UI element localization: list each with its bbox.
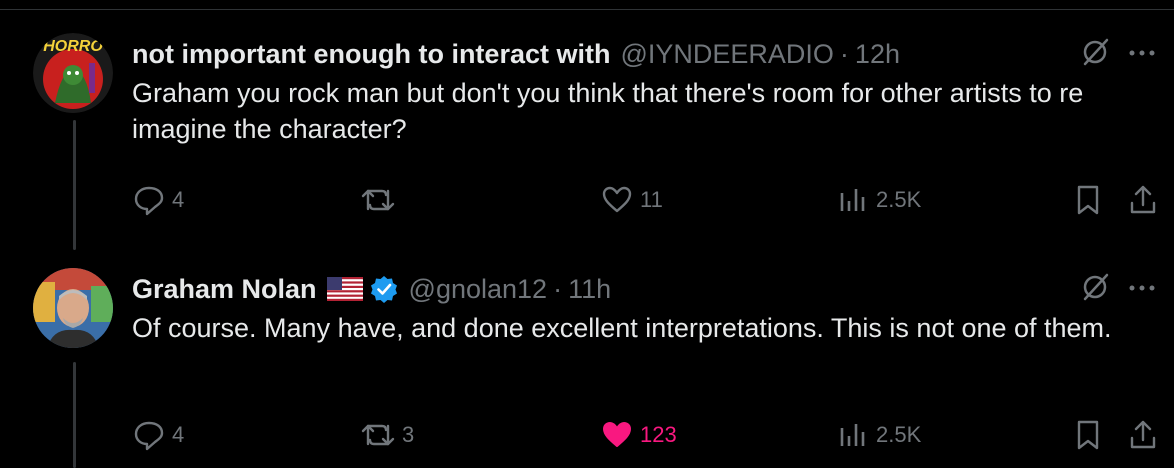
grok-icon[interactable] <box>1080 37 1110 72</box>
heart-filled-icon <box>603 422 631 447</box>
views-icon <box>840 189 865 211</box>
share-button[interactable] <box>1126 183 1160 217</box>
header-icons <box>1080 34 1156 74</box>
user-handle[interactable]: @gnolan12 <box>409 274 548 305</box>
reply-count: 4 <box>172 422 185 447</box>
avatar[interactable]: HORRO <box>33 33 113 113</box>
like-count: 11 <box>640 187 663 212</box>
bookmark-button[interactable] <box>1072 183 1104 217</box>
avatar-image <box>33 268 113 348</box>
grok-icon[interactable] <box>1080 272 1110 307</box>
reply-icon <box>134 186 164 216</box>
timestamp[interactable]: 12h <box>855 39 900 70</box>
us-flag-icon <box>326 277 363 301</box>
timestamp[interactable]: 11h <box>568 274 611 305</box>
avatar-image: HORRO <box>33 33 113 113</box>
views-icon <box>840 424 865 446</box>
separator: · <box>839 38 849 69</box>
retweet-button[interactable]: 3 <box>360 418 414 452</box>
share-icon <box>1130 420 1156 449</box>
retweet-button[interactable] <box>360 183 402 217</box>
like-button[interactable]: 11 <box>600 183 663 217</box>
reply-button[interactable]: 4 <box>132 183 184 217</box>
more-options-icon[interactable] <box>1128 280 1156 298</box>
share-icon <box>1130 185 1156 214</box>
thread-connector <box>73 362 76 468</box>
user-handle[interactable]: @IYNDEERADIO <box>620 39 833 70</box>
reply-count: 4 <box>172 187 185 212</box>
retweet-count: 3 <box>402 422 415 447</box>
like-button[interactable]: 123 <box>600 418 677 452</box>
bookmark-button[interactable] <box>1072 418 1104 452</box>
tweet[interactable]: not important enough to interact with @I… <box>132 34 1156 147</box>
display-name[interactable]: not important enough to interact with <box>132 39 610 70</box>
reply-icon <box>134 421 164 451</box>
tweet[interactable]: Graham Nolan @gnolan12 · 11h Of course. … <box>132 269 1156 346</box>
verified-badge-icon[interactable] <box>369 274 399 304</box>
tweet-header: Graham Nolan @gnolan12 · 11h <box>132 269 1156 309</box>
views-button[interactable]: 2.5K <box>836 183 921 217</box>
separator: · <box>553 273 563 304</box>
views-count: 2.5K <box>876 422 922 447</box>
divider-line <box>0 9 1174 10</box>
share-button[interactable] <box>1126 418 1160 452</box>
avatar-label: HORRO <box>43 38 103 55</box>
bookmark-icon <box>1077 185 1099 215</box>
tweet-text: Of course. Many have, and done excellent… <box>132 313 1112 343</box>
tweet-actions: 4 11 2.5K <box>132 183 1174 223</box>
display-name[interactable]: Graham Nolan <box>132 274 317 305</box>
reply-button[interactable]: 4 <box>132 418 184 452</box>
retweet-icon <box>361 189 395 211</box>
avatar[interactable] <box>33 268 113 348</box>
tweet-text: Graham you rock man but don't you think … <box>132 78 1084 144</box>
views-button[interactable]: 2.5K <box>836 418 921 452</box>
tweet-actions: 4 3 123 2.5K <box>132 418 1174 458</box>
tweet-header: not important enough to interact with @I… <box>132 34 1156 74</box>
more-options-icon[interactable] <box>1128 45 1156 63</box>
heart-icon <box>602 186 632 213</box>
like-count: 123 <box>640 422 677 447</box>
retweet-icon <box>361 424 395 446</box>
thread-connector <box>73 120 76 250</box>
views-count: 2.5K <box>876 187 922 212</box>
header-icons <box>1080 269 1156 309</box>
bookmark-icon <box>1077 420 1099 450</box>
